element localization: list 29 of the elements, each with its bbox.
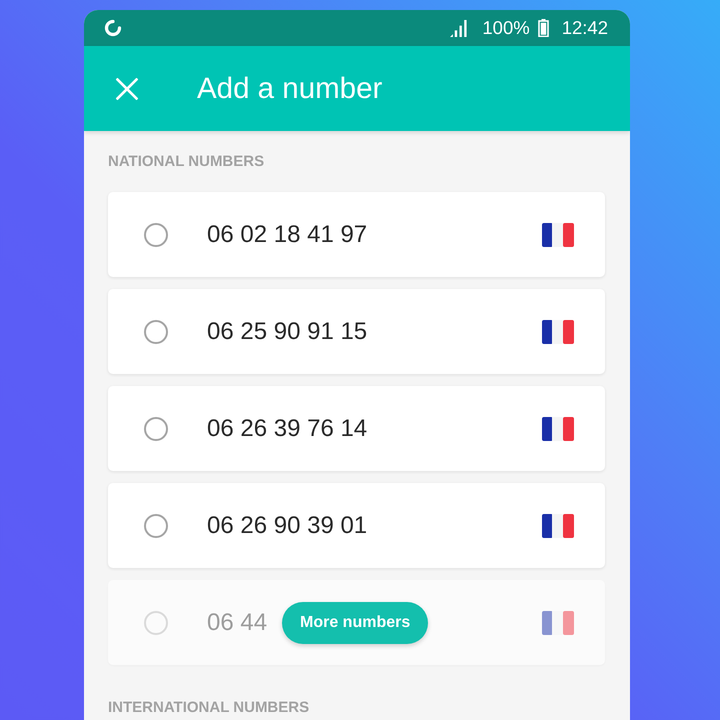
radio-button[interactable]: [144, 514, 168, 538]
phone-number: 06 02 18 41 97: [207, 220, 368, 248]
clock-time: 12:42: [562, 17, 608, 39]
radio-button[interactable]: [144, 416, 168, 440]
phone-number: 06 26 90 39 01: [207, 512, 368, 540]
phone-number: 06 44: [207, 608, 268, 636]
phone-number: 06 25 90 91 15: [207, 318, 368, 346]
section-heading: NATIONAL NUMBERS: [108, 153, 264, 170]
loading-icon: [104, 19, 122, 37]
flag-icon: [542, 416, 574, 440]
close-button[interactable]: [114, 76, 140, 102]
battery-percent: 100%: [482, 17, 530, 39]
number-card[interactable]: 06 26 39 76 14: [108, 386, 605, 471]
number-card[interactable]: 06 02 18 41 97: [108, 192, 605, 277]
battery-icon: [538, 19, 549, 37]
radio-button[interactable]: [144, 320, 168, 344]
flag-icon: [542, 514, 574, 538]
number-card[interactable]: 06 26 90 39 01: [108, 483, 605, 568]
close-icon: [116, 78, 138, 100]
radio-button[interactable]: [144, 610, 168, 634]
section-heading: INTERNATIONAL NUMBERS: [108, 699, 310, 716]
signal-icon: [450, 20, 470, 36]
flag-icon: [542, 222, 574, 246]
number-card[interactable]: 06 25 90 91 15: [108, 289, 605, 374]
flag-icon: [542, 610, 574, 634]
radio-button[interactable]: [144, 222, 168, 246]
phone-number: 06 26 39 76 14: [207, 414, 368, 442]
screen-title: Add a number: [197, 72, 382, 106]
flag-icon: [542, 320, 574, 344]
